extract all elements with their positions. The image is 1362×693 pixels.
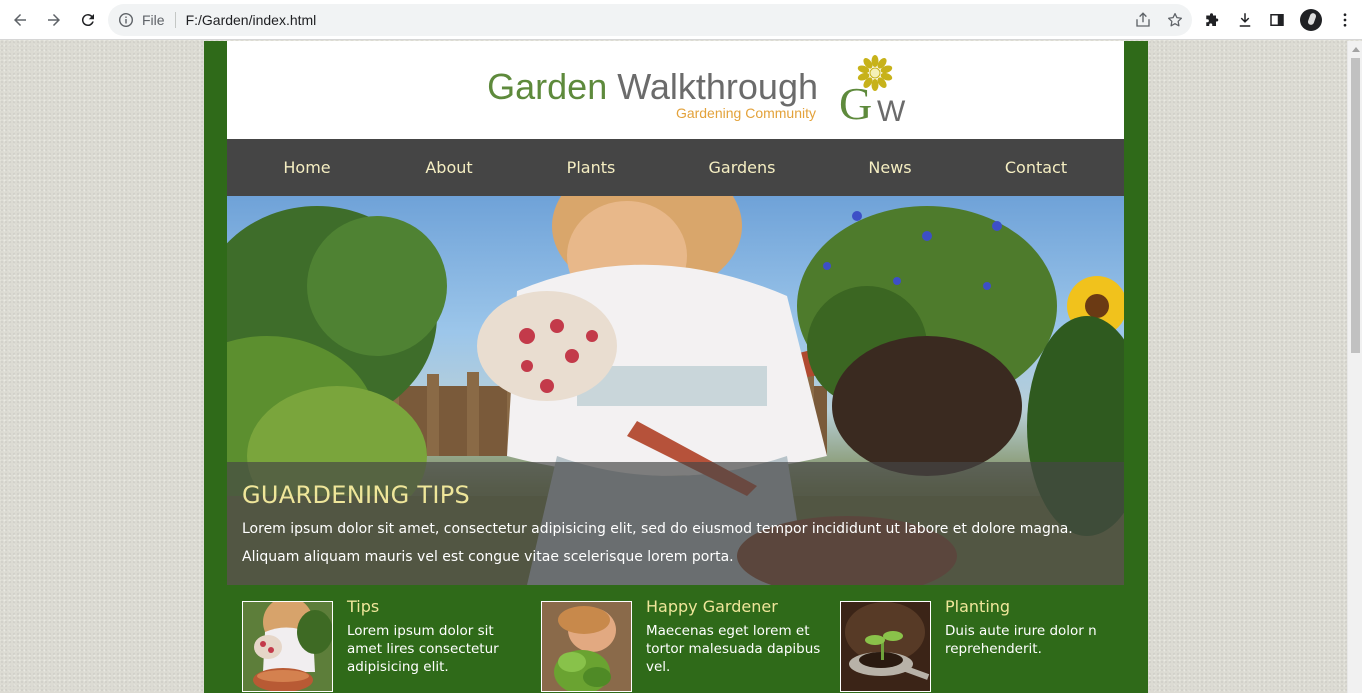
feature-happy-gardener-image[interactable]	[541, 601, 632, 692]
feature-planting-text: Duis aute irure dolor n reprehenderit.	[945, 623, 1097, 657]
page-scrollbar[interactable]	[1347, 41, 1362, 693]
forward-arrow-icon[interactable]	[38, 4, 70, 36]
hero-heading: GUARDENING TIPS	[242, 481, 471, 509]
hero-caption: GUARDENING TIPS Lorem ipsum dolor sit am…	[227, 462, 1124, 585]
nav-gardens[interactable]: Gardens	[709, 139, 776, 196]
site-title[interactable]: Garden Walkthrough	[487, 67, 818, 107]
nav-home[interactable]: Home	[283, 139, 330, 196]
feature-planting-title[interactable]: Planting	[945, 597, 1010, 616]
feature-happy-gardener-text: Maecenas eget lorem et tortor malesuada …	[646, 623, 821, 675]
browser-toolbar: File F:/Garden/index.html	[0, 0, 1362, 40]
profile-avatar[interactable]	[1300, 9, 1322, 31]
site-title-part2: Walkthrough	[617, 66, 818, 107]
main-nav: Home About Plants Gardens News Contact	[227, 139, 1124, 196]
more-menu-icon[interactable]	[1336, 11, 1354, 29]
svg-text:W: W	[877, 95, 906, 125]
scrollbar-thumb[interactable]	[1351, 58, 1360, 353]
site-subtitle: Gardening Community	[675, 105, 816, 121]
nav-plants[interactable]: Plants	[567, 139, 616, 196]
reload-icon[interactable]	[72, 4, 104, 36]
hero-text-line2: Aliquam aliquam mauris vel est congue vi…	[242, 549, 734, 565]
back-arrow-icon[interactable]	[4, 4, 36, 36]
feature-planting: Planting Duis aute irure dolor n reprehe…	[840, 597, 1130, 692]
feature-happy-gardener-title[interactable]: Happy Gardener	[646, 597, 778, 616]
feature-tips: Tips Lorem ipsum dolor sit amet lires co…	[242, 597, 532, 692]
share-icon[interactable]	[1134, 11, 1152, 29]
svg-text:G: G	[839, 78, 872, 125]
info-icon[interactable]	[118, 12, 134, 28]
address-bar[interactable]: File F:/Garden/index.html	[108, 4, 1192, 36]
bookmark-star-icon[interactable]	[1166, 11, 1184, 29]
site-title-part1: Garden	[487, 66, 608, 107]
feature-tips-title[interactable]: Tips	[347, 597, 379, 616]
feature-planting-image[interactable]	[840, 601, 931, 692]
hero-text-line1: Lorem ipsum dolor sit amet, consectetur …	[242, 521, 1073, 537]
site-header: Garden Walkthrough Gardening Community G…	[227, 41, 1124, 139]
logo-flower-icon[interactable]: G W	[839, 53, 911, 125]
nav-news[interactable]: News	[868, 139, 911, 196]
side-panel-icon[interactable]	[1268, 11, 1286, 29]
feature-tips-text: Lorem ipsum dolor sit amet lires consect…	[347, 623, 499, 675]
feature-happy-gardener: Happy Gardener Maecenas eget lorem et to…	[541, 597, 831, 692]
scroll-up-arrow-icon[interactable]	[1352, 47, 1360, 52]
scheme-label: File	[142, 12, 176, 28]
download-icon[interactable]	[1236, 11, 1254, 29]
hero-banner: GUARDENING TIPS Lorem ipsum dolor sit am…	[227, 196, 1124, 585]
feature-tips-image[interactable]	[242, 601, 333, 692]
site-container: Garden Walkthrough Gardening Community G…	[204, 41, 1148, 693]
url-text[interactable]: F:/Garden/index.html	[186, 12, 317, 28]
nav-contact[interactable]: Contact	[1005, 139, 1067, 196]
extensions-puzzle-icon[interactable]	[1204, 11, 1222, 29]
nav-about[interactable]: About	[425, 139, 472, 196]
